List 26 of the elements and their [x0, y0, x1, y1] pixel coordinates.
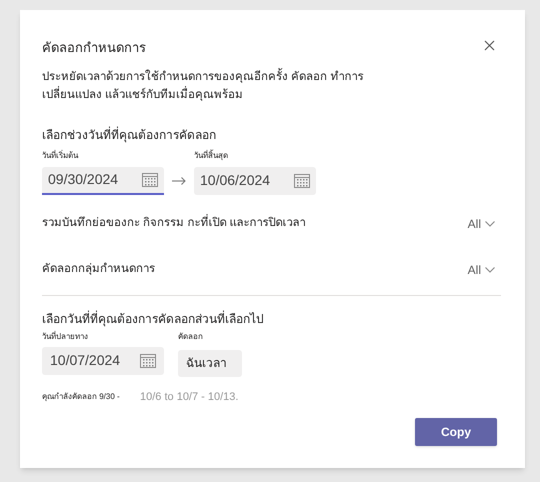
- arrow-icon: [172, 176, 186, 184]
- option-dropdown[interactable]: All: [468, 214, 495, 232]
- date-field[interactable]: 10/07/2024: [42, 346, 164, 374]
- copy-button[interactable]: Copy: [415, 418, 497, 446]
- calendar-icon: [142, 172, 158, 186]
- section-heading: เลือกช่วงวันที่ที่คุณต้องการคัดลอก: [42, 126, 217, 144]
- field-label: วันที่ปลายทาง: [42, 330, 89, 342]
- chevron-down-icon: [485, 266, 495, 272]
- dialog-description: ประหยัดเวลาด้วยการใช้กำหนดการของคุณอีกครั้ง คัดลอก ทำการเปลี่ยนแปลง แล้วแชร์กับทีมเมื่อคุณพร้อม: [42, 68, 422, 104]
- section-heading: เลือกวันที่ที่คุณต้องการคัดลอกส่วนที่เลือกไป: [42, 310, 265, 328]
- chevron-down-icon: [485, 220, 495, 226]
- summary-label: คุณกำลังคัดลอก 9/30 -: [42, 390, 121, 403]
- option-label: คัดลอกกลุ่มกำหนดการ: [42, 262, 155, 277]
- field-label: วันที่เริ่มต้น: [42, 150, 80, 162]
- option-label: รวมบันทึกย่อของกะ กิจกรรม กะที่เปิด และการปิดเวลา: [42, 214, 306, 232]
- date-field[interactable]: 09/30/2024: [42, 166, 164, 194]
- dialog-title: คัดลอกกำหนดการ: [42, 39, 146, 57]
- field-label: คัดลอก: [178, 330, 204, 342]
- option-dropdown[interactable]: All: [468, 260, 495, 278]
- field-label: วันที่สิ้นสุด: [194, 150, 229, 162]
- calendar-icon: [294, 174, 310, 188]
- summary-text: 10/6 to 10/7 - 10/13.: [140, 390, 238, 404]
- calendar-icon: [140, 354, 156, 368]
- copy-mode-field[interactable]: ฉันเวลา: [178, 350, 242, 376]
- close-button[interactable]: [484, 40, 495, 51]
- date-field[interactable]: 10/06/2024: [194, 166, 316, 194]
